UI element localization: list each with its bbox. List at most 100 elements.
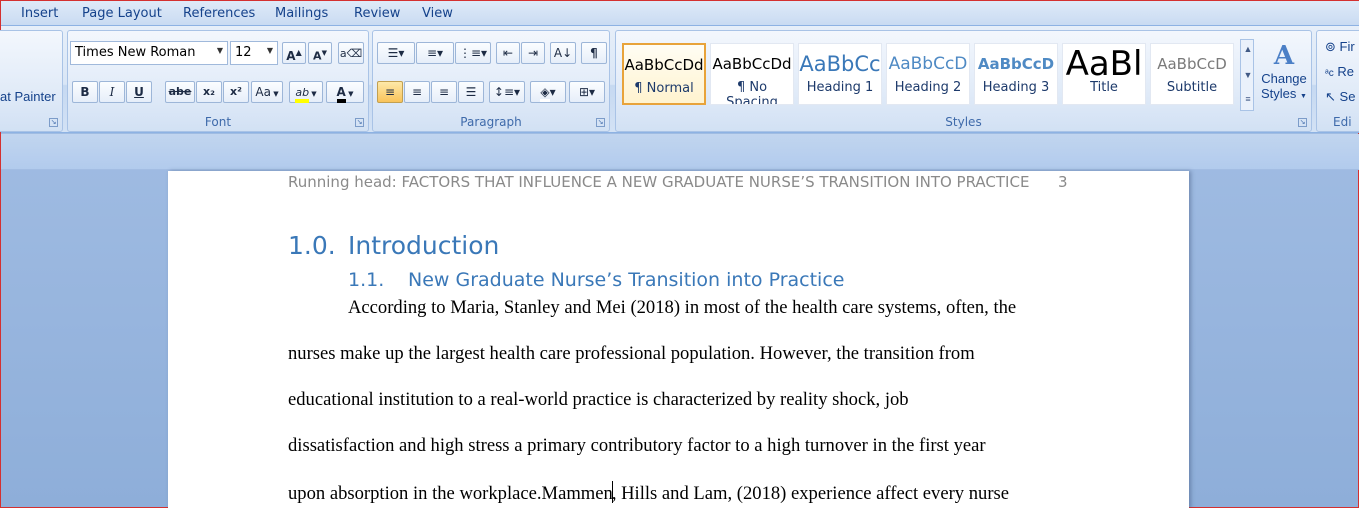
font-group: Times New Roman ▼ 12 ▼ A▲ A▼ a⌫ B I U ab… (67, 30, 369, 132)
shrink-font-button[interactable]: A▼ (308, 42, 332, 64)
change-styles-label-text: Styles (1261, 86, 1297, 101)
justify-icon: ☰ (465, 85, 477, 99)
binoculars-icon: ⊚ (1325, 39, 1336, 54)
body-line-1: According to Maria, Stanley and Mei (201… (348, 297, 1017, 318)
sort-icon: A↓ (553, 46, 573, 60)
style-name: Subtitle (1166, 80, 1218, 95)
styles-gallery-scroll[interactable]: ▲ ▼ ≡ (1240, 39, 1254, 111)
chevron-down-icon: ▼ (216, 46, 223, 55)
tab-references[interactable]: References (183, 6, 255, 21)
multilevel-list-button[interactable]: ⋮≡▾ (455, 42, 491, 64)
line-spacing-button[interactable]: ↕≡▾ (489, 81, 525, 103)
change-styles-button[interactable]: A Change Styles ▼ (1258, 41, 1310, 113)
style-heading-1[interactable]: AaBbCc Heading 1 (798, 43, 882, 105)
scroll-up-icon[interactable]: ▲ (1241, 44, 1255, 54)
style-name: Heading 3 (982, 80, 1050, 95)
clipboard-launcher-icon[interactable]: ↘ (49, 118, 58, 127)
tab-mailings[interactable]: Mailings (275, 6, 328, 21)
styles-group-label: Styles (945, 115, 982, 129)
change-styles-icon: A (1273, 41, 1295, 71)
heading-2: 1.1. New Graduate Nurse’s Transition into… (348, 269, 844, 291)
italic-button[interactable]: I (99, 81, 125, 103)
align-right-button[interactable]: ≡ (431, 81, 457, 103)
paragraph-launcher-icon[interactable]: ↘ (596, 118, 605, 127)
style-sample: AaBbCcD (977, 55, 1055, 73)
clear-formatting-button[interactable]: a⌫ (338, 42, 364, 64)
bullets-icon: ☰▾ (387, 46, 405, 60)
clear-formatting-icon: a⌫ (339, 47, 363, 60)
body-line-5-end: , Hills and Lam, (2018) experience affec… (611, 483, 1009, 504)
ribbon-tab-row: Insert Page Layout References Mailings R… (1, 1, 1359, 25)
bold-button[interactable]: B (72, 81, 98, 103)
style-title[interactable]: AaBl Title (1062, 43, 1146, 105)
style-heading-3[interactable]: AaBbCcD Heading 3 (974, 43, 1058, 105)
tab-view[interactable]: View (422, 6, 453, 21)
sort-button[interactable]: A↓ (550, 42, 576, 64)
gallery-more-icon[interactable]: ≡ (1241, 94, 1255, 104)
align-center-button[interactable]: ≡ (404, 81, 430, 103)
ribbon: at Painter ↘ Times New Roman ▼ 12 ▼ A▲ A… (0, 25, 1359, 133)
style-sample: AaBbCcD (888, 54, 968, 74)
body-line-5: upon absorption in the workplace.Mammen,… (288, 481, 1009, 505)
numbering-button[interactable]: ≡▾ (416, 42, 454, 64)
document-page[interactable]: Running head: FACTORS THAT INFLUENCE A N… (168, 171, 1189, 508)
strikethrough-button[interactable]: abe (165, 81, 195, 103)
grow-font-icon: A (286, 49, 296, 63)
style-sample: AaBbCc (799, 52, 881, 76)
find-label: Fir (1339, 39, 1355, 54)
grow-font-button[interactable]: A▲ (282, 42, 306, 64)
increase-indent-icon: ⇥ (527, 46, 539, 60)
format-painter-button[interactable]: at Painter (0, 89, 56, 104)
tab-review[interactable]: Review (354, 6, 400, 21)
editing-group-label: Edi (1333, 115, 1352, 129)
heading-2-number: 1.1. (348, 269, 385, 291)
tab-page-layout[interactable]: Page Layout (82, 6, 162, 21)
heading-1-number: 1.0. (288, 231, 336, 260)
change-case-label: Aa (255, 85, 271, 99)
body-line-5-start: upon absorption in the workplace.Mammen (288, 483, 613, 504)
align-left-button[interactable]: ≡ (377, 81, 403, 103)
style-name: Heading 2 (894, 80, 962, 95)
highlight-button[interactable]: ab ▼ (289, 81, 323, 103)
select-button[interactable]: ↖ Se (1325, 89, 1355, 105)
style-sample: AaBbCcDd (712, 55, 792, 73)
style-sample: AaBbCcDd (624, 56, 704, 74)
scroll-down-icon[interactable]: ▼ (1241, 70, 1255, 80)
superscript-button[interactable]: x² (223, 81, 249, 103)
increase-indent-button[interactable]: ⇥ (521, 42, 545, 64)
style-normal[interactable]: AaBbCcDd ¶ Normal (622, 43, 706, 105)
shrink-font-icon: A (313, 49, 322, 63)
font-size-value: 12 (235, 45, 252, 60)
replace-button[interactable]: ᵃc Re (1325, 64, 1354, 79)
font-launcher-icon[interactable]: ↘ (355, 118, 364, 127)
borders-button[interactable]: ⊞▾ (569, 81, 605, 103)
find-button[interactable]: ⊚ Fir (1325, 39, 1355, 55)
editing-group: ⊚ Fir ᵃc Re ↖ Se Edi (1316, 30, 1359, 132)
bullets-button[interactable]: ☰▾ (377, 42, 415, 64)
style-name: ¶ No Spacing (726, 80, 778, 105)
show-formatting-button[interactable]: ¶ (581, 42, 607, 64)
style-subtitle[interactable]: AaBbCcD Subtitle (1150, 43, 1234, 105)
style-no-spacing[interactable]: AaBbCcDd ¶ No Spacing (710, 43, 794, 105)
style-name: Heading 1 (806, 80, 874, 95)
tab-insert[interactable]: Insert (21, 6, 58, 21)
heading-2-text: New Graduate Nurse’s Transition into Pra… (408, 269, 845, 291)
running-head: Running head: FACTORS THAT INFLUENCE A N… (288, 173, 1030, 191)
change-case-button[interactable]: Aa ▼ (251, 81, 283, 103)
styles-launcher-icon[interactable]: ↘ (1298, 118, 1307, 127)
font-family-select[interactable]: Times New Roman ▼ (70, 41, 228, 65)
paint-bucket-icon: ◈ (540, 85, 550, 102)
subscript-button[interactable]: x₂ (196, 81, 222, 103)
font-size-select[interactable]: 12 ▼ (230, 41, 278, 65)
decrease-indent-button[interactable]: ⇤ (496, 42, 520, 64)
shading-button[interactable]: ◈▾ (530, 81, 566, 103)
styles-group: AaBbCcDd ¶ Normal AaBbCcDd ¶ No Spacing … (615, 30, 1312, 132)
font-color-button[interactable]: A ▼ (326, 81, 364, 103)
body-line-2: nurses make up the largest health care p… (288, 343, 975, 364)
underline-button[interactable]: U (126, 81, 152, 103)
justify-button[interactable]: ☰ (458, 81, 484, 103)
style-heading-2[interactable]: AaBbCcD Heading 2 (886, 43, 970, 105)
style-sample: AaBbCcD (1157, 55, 1227, 73)
ruler-area (1, 134, 1359, 170)
font-family-value: Times New Roman (75, 45, 196, 60)
